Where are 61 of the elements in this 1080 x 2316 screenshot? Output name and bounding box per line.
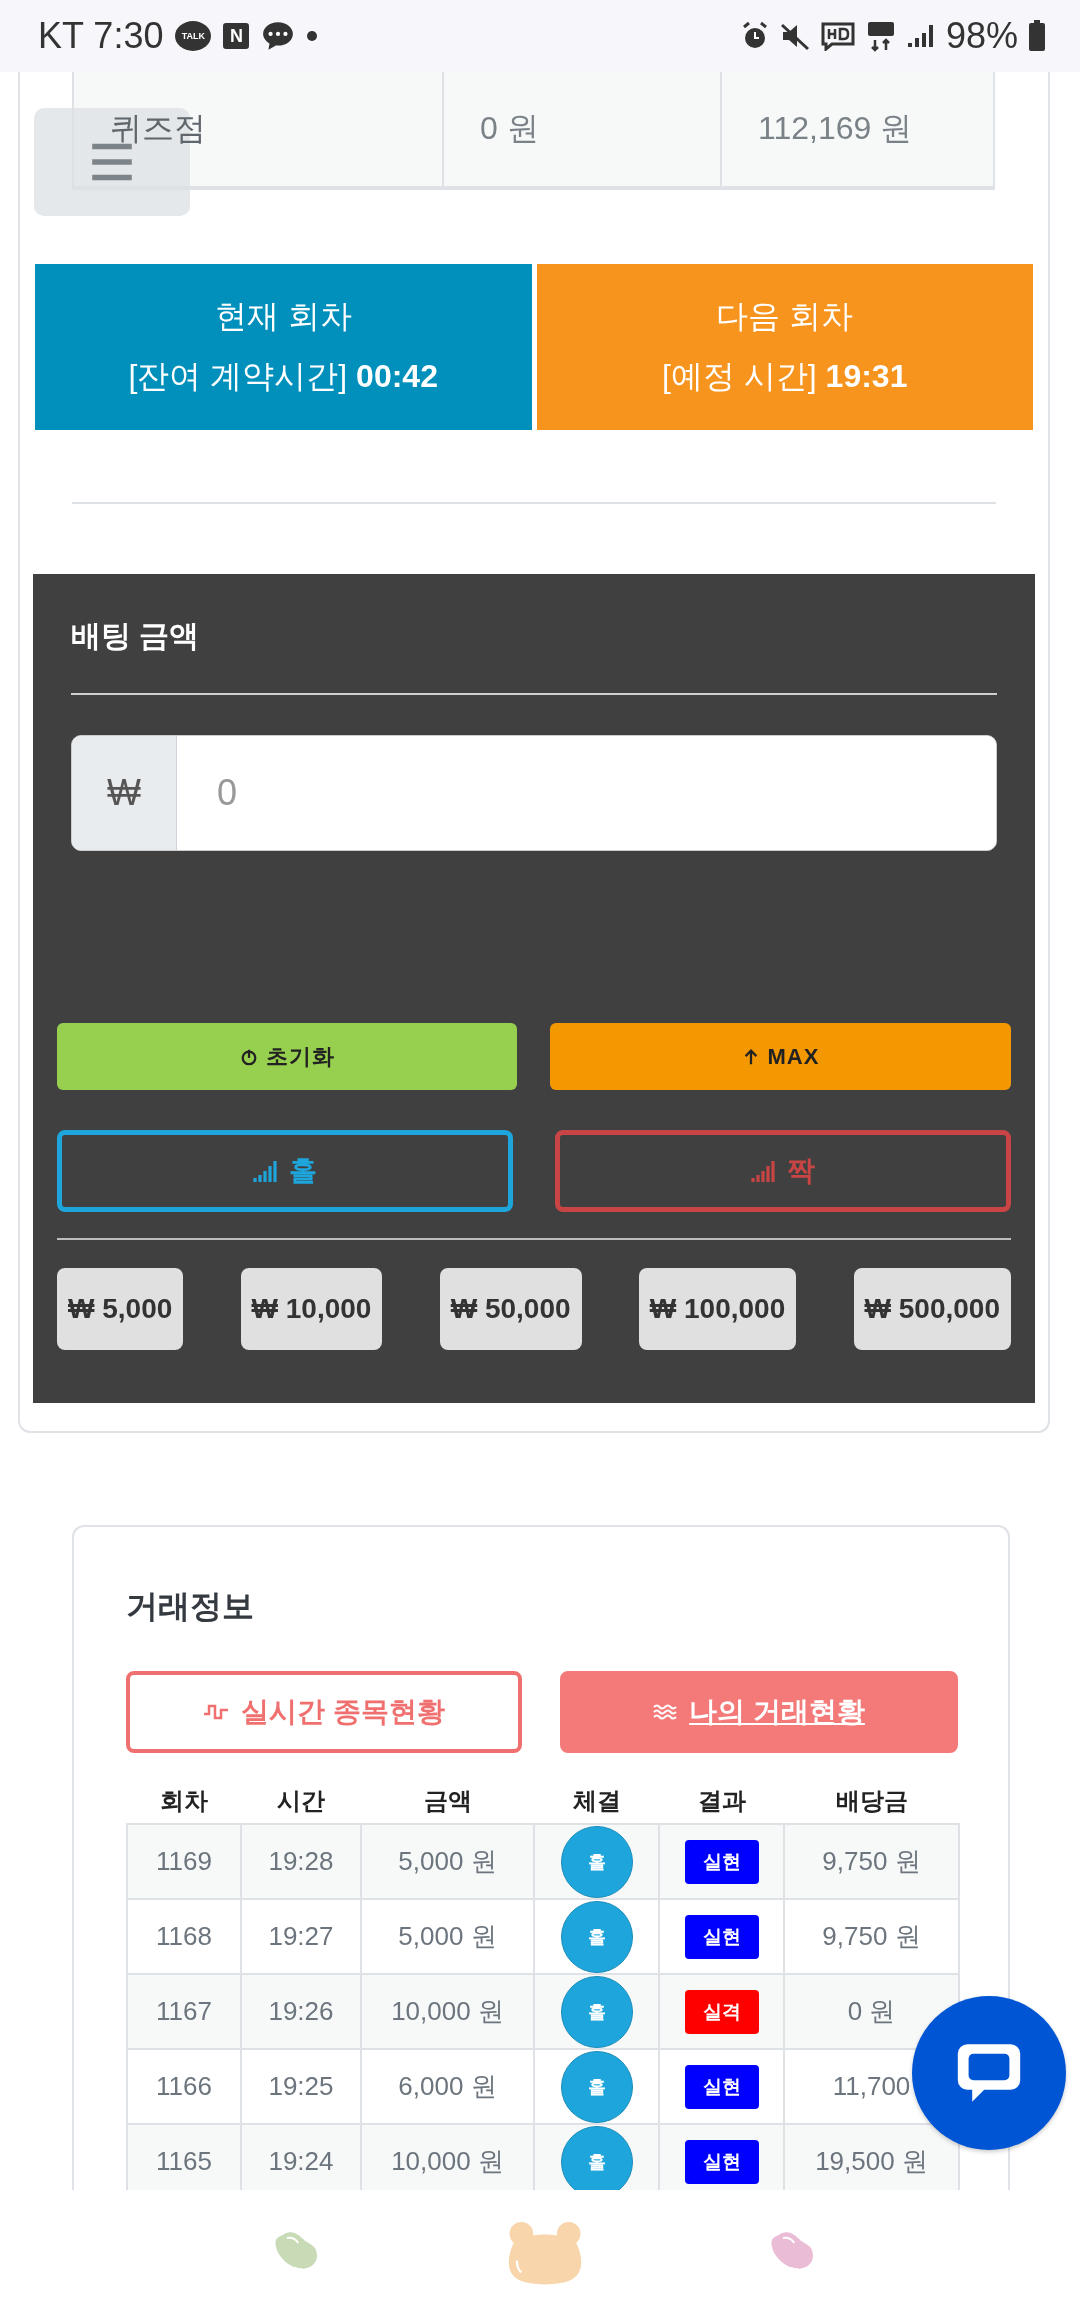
result-tag: 실현 bbox=[684, 1914, 759, 1959]
chip-button[interactable]: ₩ 100,000 bbox=[638, 1268, 797, 1350]
table-cell: 5,000 원 bbox=[361, 1824, 534, 1899]
waves-icon bbox=[653, 1703, 678, 1721]
chip-button[interactable]: ₩ 500,000 bbox=[853, 1268, 1011, 1350]
table-cell: 9,750 원 bbox=[784, 1824, 959, 1899]
round-time: [잔여 계약시간] 00:42 bbox=[128, 357, 438, 396]
result-tag: 실현 bbox=[684, 1839, 759, 1884]
carrier-time: KT 7:30 bbox=[38, 15, 164, 57]
currency-label: ₩ bbox=[72, 736, 177, 850]
table-cell: 19,500 원 bbox=[784, 2124, 959, 2190]
chip-button[interactable]: ₩ 10,000 bbox=[240, 1268, 383, 1350]
hd-icon bbox=[819, 21, 856, 51]
table-cell: 10,000 원 bbox=[361, 2124, 534, 2190]
table-cell: 1165 bbox=[127, 2124, 241, 2190]
round-title: 다음 회차 bbox=[716, 297, 854, 336]
pick-badge: 홀 bbox=[560, 2125, 633, 2190]
result-tag: 실격 bbox=[684, 1989, 759, 2034]
chat-bubble-icon bbox=[261, 20, 296, 52]
battery-icon bbox=[1028, 20, 1046, 52]
mute-icon bbox=[779, 21, 810, 51]
table-cell: 19:26 bbox=[241, 1974, 361, 2049]
dot-icon bbox=[307, 31, 318, 41]
table-cell: 19:28 bbox=[241, 1824, 361, 1899]
bar-chart-icon bbox=[253, 1160, 277, 1182]
pick-badge: 홀 bbox=[560, 1975, 633, 2048]
column-header: 시간 bbox=[241, 1783, 361, 1824]
reset-button[interactable]: 초기화 bbox=[57, 1023, 517, 1090]
result-tag: 실현 bbox=[684, 2064, 759, 2109]
talk-notification-icon: TALK bbox=[175, 21, 212, 51]
table-cell: 1169 bbox=[127, 1824, 241, 1899]
table-cell: 10,000 원 bbox=[361, 1974, 534, 2049]
section-title: 배팅 금액 bbox=[71, 616, 997, 695]
table-cell-text: 퀴즈점 bbox=[110, 109, 206, 148]
table-cell: 0 원 bbox=[442, 72, 720, 186]
battery-level: 98% bbox=[945, 15, 1018, 57]
pick-badge: 홀 bbox=[560, 2050, 633, 2123]
column-header: 결과 bbox=[659, 1783, 784, 1824]
result-tag: 실현 bbox=[684, 2139, 759, 2184]
chip-button[interactable]: ₩ 50,000 bbox=[439, 1268, 582, 1350]
pick-badge: 홀 bbox=[560, 1900, 633, 1973]
round-time: [예정 시간] 19:31 bbox=[662, 357, 908, 396]
round-title: 현재 회차 bbox=[214, 297, 352, 336]
pulse-icon bbox=[203, 1702, 230, 1722]
section-title: 거래정보 bbox=[126, 1587, 255, 1626]
column-header: 금액 bbox=[361, 1783, 534, 1824]
column-header: 회차 bbox=[127, 1783, 241, 1824]
bar-chart-icon bbox=[751, 1160, 775, 1182]
power-icon bbox=[239, 1047, 258, 1066]
table-cell: 1167 bbox=[127, 1974, 241, 2049]
pick-badge: 홀 bbox=[560, 1825, 633, 1898]
table-cell: 19:24 bbox=[241, 2124, 361, 2190]
app-notification-icon: N bbox=[223, 23, 250, 49]
column-header: 배당금 bbox=[784, 1783, 959, 1824]
odd-button[interactable]: 홀 bbox=[57, 1130, 513, 1212]
table-cell: 112,169 원 bbox=[720, 72, 999, 186]
max-button[interactable]: MAX bbox=[550, 1023, 1011, 1090]
column-header: 체결 bbox=[534, 1783, 659, 1824]
chip-button[interactable]: ₩ 5,000 bbox=[57, 1268, 184, 1350]
mobile-data-icon bbox=[865, 20, 896, 52]
amount-field[interactable]: ₩ 0 bbox=[71, 735, 997, 851]
